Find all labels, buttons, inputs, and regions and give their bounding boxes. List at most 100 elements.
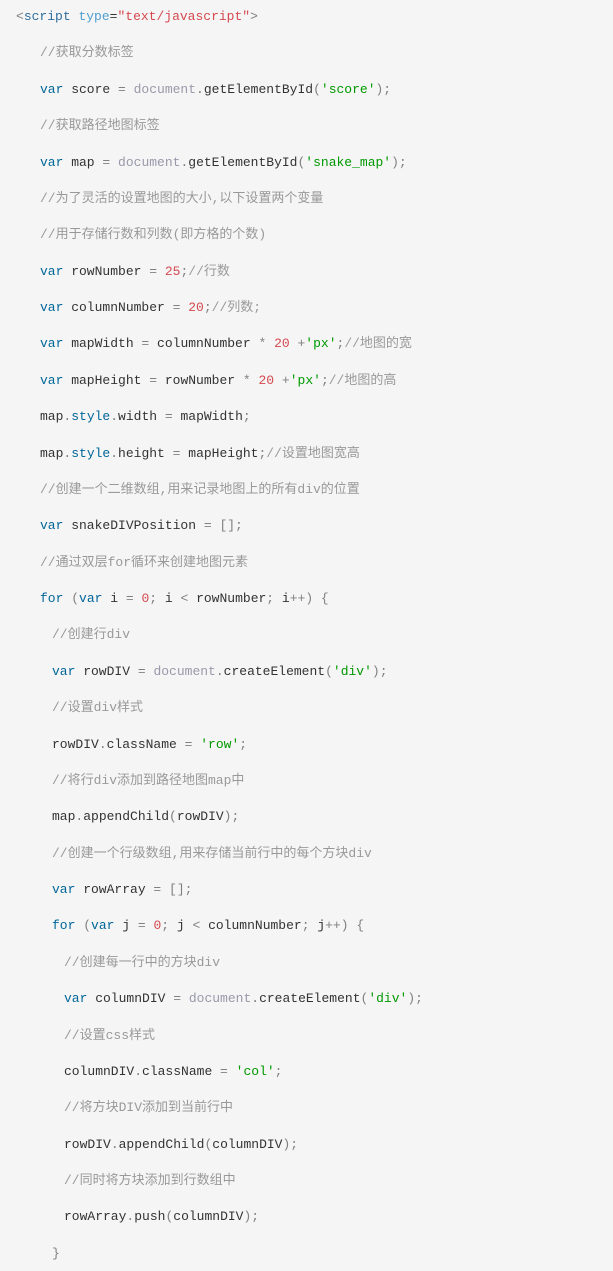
dot: . (216, 664, 224, 679)
obj: rowArray (64, 1209, 126, 1224)
op: = (185, 737, 193, 752)
paren: ); (376, 82, 392, 97)
prop: style (71, 446, 110, 461)
expr: rowNumber (157, 373, 243, 388)
comment: //创建一个二维数组,用来记录地图上的所有div的位置 (40, 482, 360, 497)
prop: style (71, 409, 110, 424)
semi: ; (321, 373, 329, 388)
tag-script: script (24, 9, 71, 24)
obj: rowDIV (64, 1137, 111, 1152)
obj: map (40, 446, 63, 461)
str: 'snake_map' (305, 155, 391, 170)
paren: ( (325, 664, 333, 679)
op: = (149, 373, 157, 388)
kw-var: var (40, 82, 63, 97)
cond: j (169, 918, 192, 933)
kw-var: var (64, 991, 87, 1006)
name: map (63, 155, 102, 170)
semi: ; (275, 1064, 283, 1079)
paren: ) { (305, 591, 328, 606)
obj: rowDIV (52, 737, 99, 752)
val: mapHeight (180, 446, 258, 461)
num: 0 (146, 918, 162, 933)
kw-var: var (79, 591, 102, 606)
semi: ; (161, 918, 169, 933)
attr-type: type (78, 9, 109, 24)
op: = (153, 882, 161, 897)
kw-var: var (52, 882, 75, 897)
method: appendChild (119, 1137, 205, 1152)
rn: rowNumber (188, 591, 266, 606)
expr: columnNumber (149, 336, 258, 351)
paren: ( (63, 591, 79, 606)
dot: . (99, 737, 107, 752)
op: + (282, 373, 290, 388)
paren: ( (169, 809, 177, 824)
kw-var: var (40, 264, 63, 279)
op: = (173, 991, 181, 1006)
paren: ( (165, 1209, 173, 1224)
semi: ; (149, 591, 157, 606)
var-i: i (102, 591, 125, 606)
prop: className (107, 737, 185, 752)
semi: ; (266, 591, 274, 606)
cond: i (157, 591, 180, 606)
cn: columnNumber (200, 918, 301, 933)
comment: //地图的高 (329, 373, 397, 388)
obj: columnDIV (64, 1064, 134, 1079)
str: 'div' (333, 664, 372, 679)
obj: document (126, 82, 196, 97)
comment: //创建行div (52, 627, 130, 642)
brackets: []; (161, 882, 192, 897)
dot: . (126, 1209, 134, 1224)
dot: . (111, 1137, 119, 1152)
comment: //创建每一行中的方块div (64, 955, 220, 970)
num: 0 (134, 591, 150, 606)
comment: //列数; (212, 300, 261, 315)
name: mapHeight (63, 373, 149, 388)
str: 'px' (290, 373, 321, 388)
comment: //设置div样式 (52, 700, 143, 715)
paren: ( (204, 1137, 212, 1152)
comment: //行数 (188, 264, 230, 279)
brackets: []; (212, 518, 243, 533)
method: getElementById (204, 82, 313, 97)
op: < (192, 918, 200, 933)
prop: width (118, 409, 165, 424)
method: appendChild (83, 809, 169, 824)
prop: height (118, 446, 173, 461)
name: columnDIV (87, 991, 173, 1006)
inc: j (310, 918, 326, 933)
dot: . (110, 409, 118, 424)
str: 'score' (321, 82, 376, 97)
dot: . (196, 82, 204, 97)
semi: ; (239, 737, 247, 752)
name: columnNumber (63, 300, 172, 315)
comment: //地图的宽 (344, 336, 412, 351)
dot: . (251, 991, 259, 1006)
op: * (243, 373, 251, 388)
op: = (165, 409, 173, 424)
paren: ); (391, 155, 407, 170)
paren: ( (313, 82, 321, 97)
num: 25 (157, 264, 180, 279)
op: = (149, 264, 157, 279)
comment: //用于存储行数和列数(即方格的个数) (40, 227, 266, 242)
comment: //为了灵活的设置地图的大小,以下设置两个变量 (40, 191, 323, 206)
num: 20 (180, 300, 203, 315)
dot: . (75, 809, 83, 824)
paren: ); (243, 1209, 259, 1224)
obj: map (40, 409, 63, 424)
semi: ; (204, 300, 212, 315)
op: = (126, 591, 134, 606)
kw-for: for (52, 918, 75, 933)
kw-var: var (52, 664, 75, 679)
comment: //创建一个行级数组,用来存储当前行中的每个方块div (52, 846, 372, 861)
obj: document (181, 991, 251, 1006)
semi: ; (302, 918, 310, 933)
str: 'row' (192, 737, 239, 752)
name: score (63, 82, 118, 97)
code-block: <script type="text/javascript"> //获取分数标签… (16, 8, 597, 1263)
op: = (220, 1064, 228, 1079)
kw-var: var (40, 373, 63, 388)
